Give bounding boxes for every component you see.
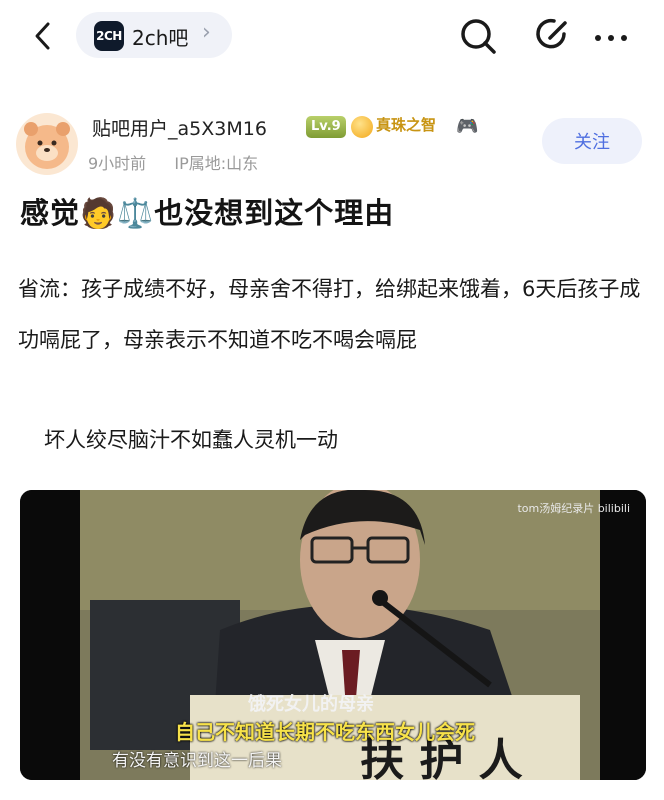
follow-button[interactable]: 关注 xyxy=(542,118,642,164)
post-title-start: 感觉 xyxy=(20,196,81,230)
forum-name: 2ch吧 xyxy=(132,26,189,50)
ip-location: IP属地:山东 xyxy=(174,154,259,173)
person-emoji-icon: 🧑 xyxy=(80,196,118,230)
share-button[interactable] xyxy=(534,16,572,58)
subtitle-main: 自己不知道长期不吃东西女儿会死 xyxy=(175,720,475,744)
video-watermark: tom汤姆纪录片 bilibili xyxy=(517,502,630,515)
forum-badge-icon: 2CH xyxy=(94,21,124,51)
video-player[interactable]: 扶 护 人 tom汤姆纪录片 bilibili 饿死女儿的母亲 自己不知道长期不… xyxy=(20,490,646,780)
gamepad-icon: 🎮 xyxy=(456,116,479,137)
author-name[interactable]: 贴吧用户_a5X3M16 xyxy=(92,114,267,141)
post-title-end: 也没想到这个理由 xyxy=(154,196,395,230)
post-title: 感觉🧑⚖️也没想到这个理由 xyxy=(20,190,394,232)
post-meta: 9小时前 IP属地:山东 xyxy=(88,150,258,174)
top-bar: 2CH 2ch吧 › xyxy=(0,0,664,80)
search-icon xyxy=(461,19,496,54)
avatar[interactable] xyxy=(16,113,78,175)
back-icon xyxy=(35,22,50,50)
more-icon xyxy=(595,35,627,41)
subtitle-bottom: 有没有意识到这一后果 xyxy=(112,751,282,771)
level-badge: Lv.9 xyxy=(306,116,346,138)
search-button[interactable] xyxy=(458,16,498,60)
subtitle-top: 饿死女儿的母亲 xyxy=(248,694,374,715)
chevron-right-icon: › xyxy=(202,20,211,45)
post-time: 9小时前 xyxy=(88,154,147,173)
post-body: 省流：孩子成绩不好，母亲舍不得打，给绑起来饿着，6天后孩子成功嗝屁了，母亲表示不… xyxy=(18,277,641,352)
honor-badge: 真珠之智 xyxy=(376,116,437,134)
edit-icon xyxy=(536,18,567,49)
post-comment-line: 坏人绞尽脑汁不如蠢人灵机一动 xyxy=(44,428,338,452)
back-button[interactable] xyxy=(26,16,58,56)
scales-emoji-icon: ⚖️ xyxy=(117,196,155,230)
more-button[interactable] xyxy=(594,28,628,47)
gem-icon xyxy=(351,116,373,138)
